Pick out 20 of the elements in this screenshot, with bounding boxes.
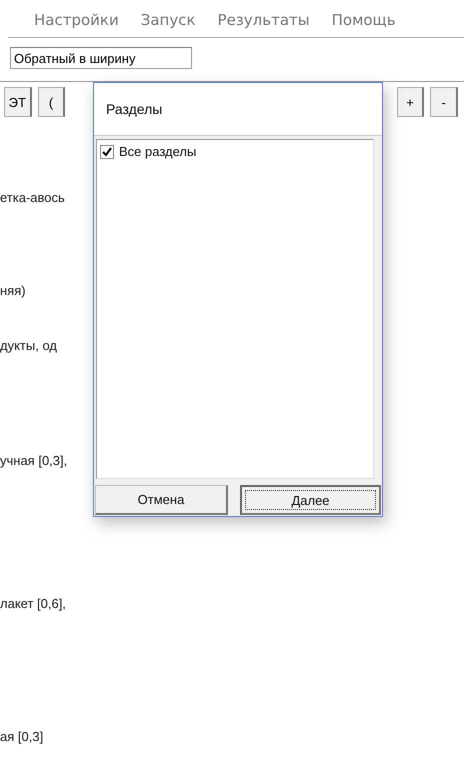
- checkbox[interactable]: [100, 144, 114, 158]
- rule-text: етка-авось: [0, 190, 66, 205]
- menu-item[interactable]: Результаты: [218, 11, 310, 37]
- rule-text: дукты, од: [0, 338, 58, 353]
- dialog-button[interactable]: Далее: [240, 485, 381, 515]
- menu-item[interactable]: Настройки: [34, 11, 119, 37]
- menu-item[interactable]: Запуск: [140, 11, 196, 37]
- menu-item[interactable]: Помощь: [332, 11, 396, 37]
- dialog-title: Разделы: [106, 101, 162, 117]
- rule-text: няя): [0, 283, 27, 298]
- toolbar-button[interactable]: ЭТ: [4, 87, 32, 117]
- toolbar-button[interactable]: (: [38, 87, 66, 117]
- mode-field[interactable]: Обратный в ширину: [10, 47, 192, 69]
- toolbar-button[interactable]: +: [396, 87, 424, 117]
- rule-text: учная [0,3],: [0, 453, 68, 468]
- rule-text: лакет [0,6],: [0, 596, 67, 611]
- toolbar-button[interactable]: -: [430, 87, 458, 117]
- dialog-button[interactable]: Отмена: [95, 485, 228, 515]
- rule-text: ая [0,3]: [0, 729, 44, 744]
- section-label[interactable]: Все разделы: [119, 144, 196, 159]
